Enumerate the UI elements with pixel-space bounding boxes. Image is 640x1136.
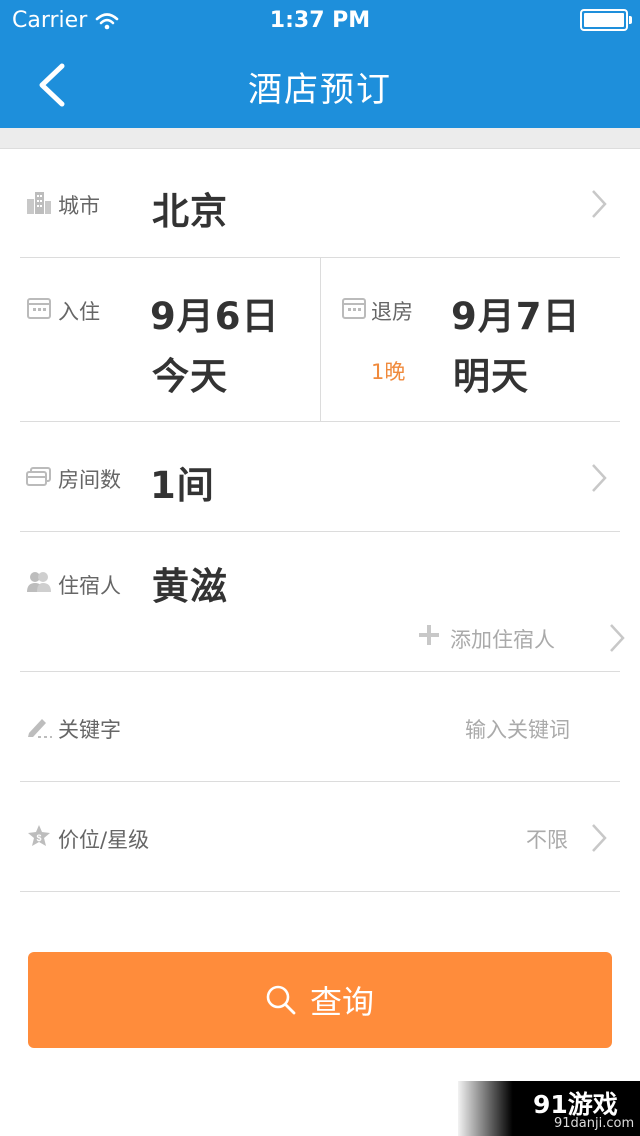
add-guest-button[interactable]: 添加住宿人 (418, 620, 625, 656)
checkout-label: 退房 (371, 300, 413, 324)
calendar-icon (27, 298, 51, 319)
checkin-date: 9月6日 (150, 295, 280, 338)
checkin-label: 入住 (58, 300, 100, 324)
search-icon (266, 985, 296, 1015)
page-title: 酒店预订 (248, 70, 392, 110)
checkin-cell[interactable]: 入住 9月6日 今天 (20, 258, 321, 421)
chevron-right-icon (592, 190, 607, 218)
guest-label: 住宿人 (58, 574, 121, 598)
add-guest-label: 添加住宿人 (450, 628, 555, 652)
watermark-url: 91danji.com (554, 1116, 635, 1131)
battery-icon (580, 9, 632, 31)
people-icon (27, 572, 51, 592)
card-icon (26, 467, 51, 486)
checkout-day: 明天 (453, 355, 529, 398)
svg-text:$: $ (36, 833, 41, 843)
checkout-date: 9月7日 (451, 295, 581, 338)
rooms-label: 房间数 (58, 468, 121, 492)
rooms-value: 1间 (150, 464, 215, 507)
price-value: 不限 (526, 828, 568, 852)
header-divider (0, 128, 640, 149)
rooms-row[interactable]: 房间数 1间 (20, 422, 620, 532)
star-badge-icon: $ (28, 825, 50, 846)
chevron-right-icon (592, 464, 607, 492)
price-row[interactable]: $ 价位/星级 不限 (20, 782, 620, 892)
watermark-logo: 91游戏 91danji.com (458, 1081, 640, 1136)
building-icon (27, 192, 51, 214)
calendar-icon (342, 298, 366, 319)
checkin-day: 今天 (152, 355, 228, 398)
city-label: 城市 (58, 194, 100, 218)
city-row[interactable]: 城市 北京 (20, 148, 620, 258)
plus-icon (419, 625, 439, 645)
nav-header: Carrier 1:37 PM 酒店预订 (0, 0, 640, 128)
price-label: 价位/星级 (58, 828, 150, 852)
search-button[interactable]: 查询 (28, 952, 612, 1048)
date-row: 入住 9月6日 今天 退房 9月7日 1晚 明天 (20, 258, 620, 422)
chevron-right-icon (592, 824, 607, 852)
nights-badge: 1晚 (371, 360, 406, 384)
pencil-icon (28, 719, 52, 738)
guest-row: 住宿人 黄滋 添加住宿人 (20, 532, 625, 672)
keyword-label: 关键字 (58, 718, 121, 742)
status-bar: Carrier 1:37 PM (0, 0, 640, 40)
keyword-row[interactable]: 关键字 输入关键词 (20, 672, 620, 782)
checkout-cell[interactable]: 退房 9月7日 1晚 明天 (321, 258, 620, 421)
city-value: 北京 (152, 190, 228, 233)
chevron-right-icon (610, 624, 625, 652)
search-button-label: 查询 (309, 983, 374, 1021)
guest-name[interactable]: 黄滋 (152, 556, 228, 610)
status-time: 1:37 PM (269, 8, 371, 33)
keyword-input[interactable]: 输入关键词 (465, 714, 570, 744)
